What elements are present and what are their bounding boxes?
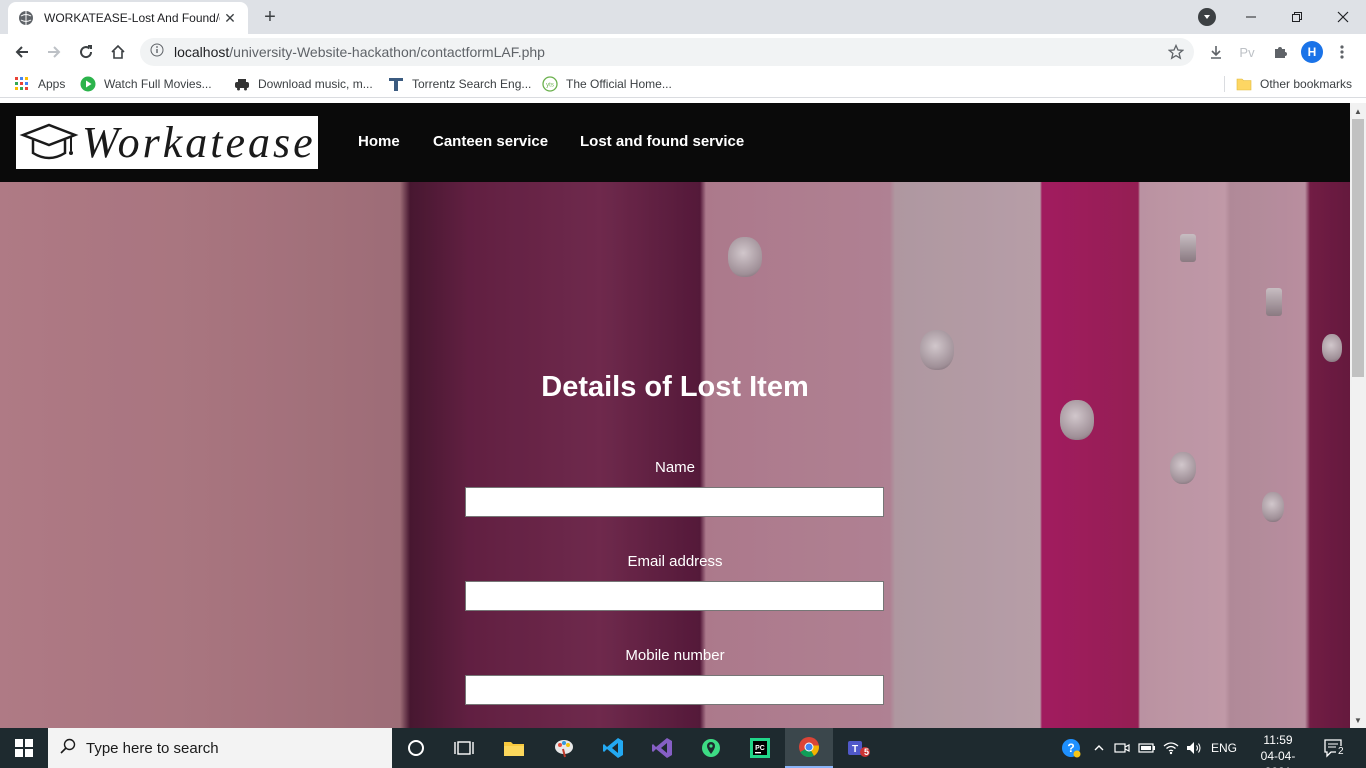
download-icon[interactable]: [1204, 40, 1228, 64]
bookmark-watch-movies[interactable]: Watch Full Movies...: [80, 75, 212, 93]
bookmarks-divider: [1224, 76, 1225, 92]
pv-extension-icon[interactable]: Pv: [1235, 40, 1259, 64]
bookmarks-bar: Apps Watch Full Movies... Download music…: [0, 70, 1366, 98]
graduation-cap-icon: [16, 116, 82, 169]
tab-search-icon[interactable]: [1198, 8, 1216, 26]
cortana-icon[interactable]: [392, 728, 440, 768]
notification-center-icon[interactable]: 2: [1322, 736, 1346, 760]
taskbar-search[interactable]: Type here to search: [48, 728, 392, 768]
wifi-icon[interactable]: [1160, 728, 1182, 768]
svg-text:T: T: [852, 744, 858, 755]
url-text: localhost/university-Website-hackathon/c…: [174, 44, 545, 60]
task-view-icon[interactable]: [440, 728, 488, 768]
windows-taskbar: Type here to search PC T 5 ? ENG 11:59 0…: [0, 728, 1366, 768]
forward-arrow-icon[interactable]: [40, 38, 68, 66]
new-tab-icon[interactable]: +: [258, 5, 282, 29]
teams-badge: 5: [864, 747, 870, 757]
pycharm-icon[interactable]: PC: [736, 728, 784, 768]
name-label: Name: [654, 459, 695, 476]
windows-start-icon[interactable]: [0, 728, 48, 768]
browser-toolbar: localhost/university-Website-hackathon/c…: [0, 34, 1366, 70]
bookmark-apps[interactable]: Apps: [14, 75, 65, 93]
page-scrollbar[interactable]: ▲ ▼: [1350, 103, 1366, 728]
profile-avatar[interactable]: H: [1301, 41, 1323, 63]
car-icon: [234, 76, 250, 92]
bookmark-star-icon[interactable]: [1167, 43, 1185, 65]
tab-strip: WORKATEASE-Lost And Found/d ✕ +: [0, 0, 1366, 34]
clock-time: 11:59: [1263, 733, 1293, 747]
file-explorer-icon[interactable]: [490, 728, 538, 768]
tab-close-icon[interactable]: ✕: [222, 10, 238, 26]
vscode-icon[interactable]: [589, 728, 637, 768]
mobile-number-field[interactable]: [465, 675, 884, 705]
home-icon[interactable]: [104, 38, 132, 66]
site-logo[interactable]: Workatease: [16, 116, 318, 169]
email-field[interactable]: [465, 581, 884, 611]
meet-now-icon[interactable]: [1112, 728, 1132, 768]
maps-pin-icon[interactable]: [687, 728, 735, 768]
taskbar-clock[interactable]: 11:59 04-04-2021: [1248, 732, 1308, 768]
language-indicator[interactable]: ENG: [1208, 728, 1240, 768]
battery-icon[interactable]: [1136, 728, 1158, 768]
nav-lost-and-found[interactable]: Lost and found service: [580, 133, 744, 150]
extensions-puzzle-icon[interactable]: [1268, 40, 1292, 64]
volume-icon[interactable]: [1183, 728, 1205, 768]
site-navbar: Workatease Home Canteen service Lost and…: [0, 103, 1350, 182]
email-label: Email address: [627, 553, 723, 570]
tab-title: WORKATEASE-Lost And Found/d: [44, 11, 220, 25]
web-page: Workatease Home Canteen service Lost and…: [0, 103, 1350, 728]
scroll-down-icon[interactable]: ▼: [1350, 712, 1366, 728]
paint-app-icon[interactable]: [540, 728, 588, 768]
search-placeholder: Type here to search: [86, 739, 219, 757]
apps-grid-icon: [14, 76, 30, 92]
close-window-icon[interactable]: [1320, 0, 1366, 34]
chrome-icon[interactable]: [785, 728, 833, 768]
restore-icon[interactable]: [1274, 0, 1320, 34]
play-icon: [80, 76, 96, 92]
nav-home[interactable]: Home: [358, 133, 400, 150]
form-title: Details of Lost Item: [541, 371, 809, 403]
folder-icon: [1236, 76, 1252, 92]
svg-text:PC: PC: [755, 745, 765, 752]
yts-icon: yts: [542, 76, 558, 92]
tray-chevron-up-icon[interactable]: [1090, 728, 1108, 768]
help-icon[interactable]: ?: [1058, 728, 1084, 768]
bookmark-torrentz[interactable]: Torrentz Search Eng...: [388, 75, 531, 93]
torrentz-icon: [388, 76, 404, 92]
svg-text:?: ?: [1067, 741, 1074, 755]
scroll-up-icon[interactable]: ▲: [1350, 103, 1366, 119]
svg-text:yts: yts: [546, 83, 554, 89]
teams-icon[interactable]: T 5: [834, 728, 882, 768]
info-icon[interactable]: [150, 43, 164, 62]
address-bar[interactable]: localhost/university-Website-hackathon/c…: [140, 38, 1194, 66]
minimize-icon[interactable]: [1228, 0, 1274, 34]
bookmark-download-music[interactable]: Download music, m...: [234, 75, 373, 93]
other-bookmarks[interactable]: Other bookmarks: [1236, 75, 1352, 93]
mobile-label: Mobile number: [625, 647, 725, 664]
name-field[interactable]: [465, 487, 884, 517]
menu-kebab-icon[interactable]: [1330, 40, 1354, 64]
nav-canteen-service[interactable]: Canteen service: [433, 133, 548, 150]
notification-count: 2: [1336, 746, 1346, 757]
active-tab[interactable]: WORKATEASE-Lost And Found/d ✕: [8, 2, 248, 34]
reload-icon[interactable]: [72, 38, 100, 66]
search-icon: [60, 738, 76, 759]
bookmark-official-home[interactable]: yts The Official Home...: [542, 75, 672, 93]
logo-text: Workatease: [82, 118, 316, 167]
clock-date: 04-04-2021: [1260, 749, 1296, 768]
scroll-thumb[interactable]: [1352, 119, 1364, 377]
globe-icon: [18, 10, 34, 26]
back-arrow-icon[interactable]: [8, 38, 36, 66]
visual-studio-icon[interactable]: [638, 728, 686, 768]
